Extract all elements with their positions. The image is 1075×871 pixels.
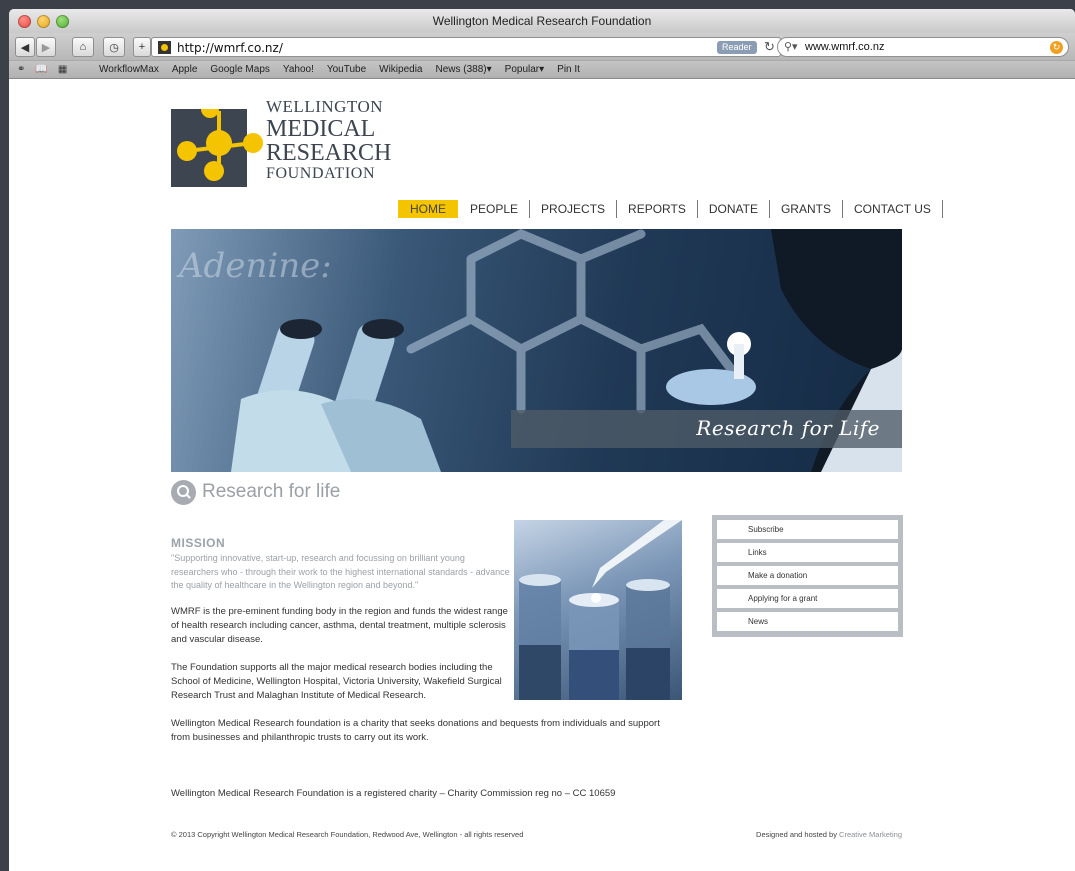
nav-contact-us[interactable]: CONTACT US: [843, 200, 943, 218]
plus-icon: +: [138, 41, 146, 53]
bookmark-item[interactable]: WorkflowMax: [99, 64, 159, 75]
page-title: Research for life: [202, 481, 341, 502]
forward-button[interactable]: ▶: [36, 37, 56, 57]
hero-caption: Research for Life: [696, 416, 880, 440]
bookmark-item[interactable]: YouTube: [327, 64, 366, 75]
bookmark-item[interactable]: Popular▾: [505, 64, 545, 75]
history-button[interactable]: ◷: [103, 37, 125, 57]
bookmark-item[interactable]: Pin It: [557, 64, 580, 75]
nav-home[interactable]: HOME: [398, 200, 458, 218]
reader-button[interactable]: Reader: [717, 41, 757, 54]
nav-grants[interactable]: GRANTS: [770, 200, 843, 218]
search-field[interactable]: ⚲▾ www.wmrf.co.nz ↻: [777, 37, 1069, 57]
bookmark-item[interactable]: News (388)▾: [436, 64, 492, 75]
new-tab-button[interactable]: +: [133, 37, 151, 57]
logo-line-1: WELLINGTON: [266, 97, 384, 116]
bookmark-tools: ⚭ 📖 ▦: [17, 64, 67, 75]
logo-line-2: MEDICAL: [266, 116, 376, 142]
address-bar-url: http://wmrf.co.nz/: [177, 41, 283, 55]
snapback-icon[interactable]: ↻: [1050, 41, 1063, 54]
hero-caption-band: Research for Life: [511, 410, 902, 448]
hero-banner: Adenine: Research for Life: [171, 229, 902, 472]
home-button[interactable]: ⌂: [72, 37, 94, 57]
footer-copyright: © 2013 Copyright Wellington Medical Rese…: [171, 830, 524, 839]
address-bar[interactable]: http://wmrf.co.nz/ Reader ↻: [151, 37, 781, 57]
sidebar-link-subscribe[interactable]: Subscribe: [717, 520, 898, 539]
sidebar-link-make-donation[interactable]: Make a donation: [717, 566, 898, 585]
creative-marketing-link[interactable]: Creative Marketing: [839, 830, 902, 839]
nav-reports[interactable]: REPORTS: [617, 200, 698, 218]
reload-icon[interactable]: ↻: [764, 39, 775, 55]
charity-registration: Wellington Medical Research Foundation i…: [171, 788, 616, 799]
svg-text:Adenine:: Adenine:: [176, 246, 332, 286]
test-tubes-photo: [514, 520, 682, 700]
sidebar-link-applying-grant[interactable]: Applying for a grant: [717, 589, 898, 608]
sidebar-link-news[interactable]: News: [717, 612, 898, 631]
browser-window: Wellington Medical Research Foundation ◀…: [9, 9, 1075, 871]
mission-heading: MISSION: [171, 536, 226, 550]
search-field-value: www.wmrf.co.nz: [805, 41, 885, 53]
page-heading: Research for life: [171, 479, 340, 505]
search-icon: ⚲▾: [784, 41, 798, 53]
bookmarks-bar: ⚭ 📖 ▦ WorkflowMax Apple Google Maps Yaho…: [9, 61, 1075, 79]
test-tubes-image: [519, 520, 682, 700]
web-page: WELLINGTON MEDICAL RESEARCH FOUNDATION H…: [9, 79, 1075, 871]
main-nav: HOME PEOPLE PROJECTS REPORTS DONATE GRAN…: [398, 200, 943, 218]
logo-line-4: FOUNDATION: [266, 165, 376, 182]
magnifier-icon: [171, 479, 196, 505]
bookmarks-book-icon[interactable]: 📖: [35, 64, 47, 75]
sidebar-link-links[interactable]: Links: [717, 543, 898, 562]
back-button[interactable]: ◀: [15, 37, 35, 57]
body-paragraph-1: WMRF is the pre-eminent funding body in …: [171, 606, 508, 645]
back-arrow-icon: ◀: [20, 41, 30, 54]
reading-list-icon[interactable]: ⚭: [17, 64, 25, 75]
footer-credit: Designed and hosted by Creative Marketin…: [756, 830, 902, 839]
site-favicon-icon: [158, 41, 171, 54]
home-icon: ⌂: [79, 41, 87, 53]
body-paragraph-3: Wellington Medical Research foundation i…: [171, 718, 660, 743]
sidebar-links: Subscribe Links Make a donation Applying…: [712, 515, 903, 637]
bookmark-item[interactable]: Apple: [172, 64, 198, 75]
clock-icon: ◷: [109, 41, 119, 54]
nav-people[interactable]: PEOPLE: [459, 200, 531, 218]
browser-toolbar: ◀ ▶ ⌂ ◷ + http://wmrf.co.nz/ Reader ↻ ⚲▾…: [9, 33, 1075, 61]
logo-mark-icon[interactable]: [171, 109, 267, 189]
top-sites-grid-icon[interactable]: ▦: [58, 64, 67, 75]
title-bar: Wellington Medical Research Foundation: [9, 9, 1075, 33]
bookmark-item[interactable]: Yahoo!: [283, 64, 314, 75]
bookmark-list: WorkflowMax Apple Google Maps Yahoo! You…: [99, 64, 580, 75]
logo-line-3: RESEARCH: [266, 140, 392, 166]
body-paragraph-2: The Foundation supports all the major me…: [171, 662, 502, 701]
bookmark-item[interactable]: Google Maps: [210, 64, 269, 75]
forward-arrow-icon: ▶: [41, 41, 51, 54]
footer-designed-by: Designed and hosted by: [756, 830, 837, 839]
logo-wordmark[interactable]: WELLINGTON MEDICAL RESEARCH FOUNDATION: [266, 98, 391, 182]
window-title: Wellington Medical Research Foundation: [432, 14, 652, 28]
mission-quote: "Supporting innovative, start-up, resear…: [171, 553, 510, 590]
nav-projects[interactable]: PROJECTS: [530, 200, 618, 218]
nav-donate[interactable]: DONATE: [698, 200, 770, 218]
bookmark-item[interactable]: Wikipedia: [379, 64, 422, 75]
